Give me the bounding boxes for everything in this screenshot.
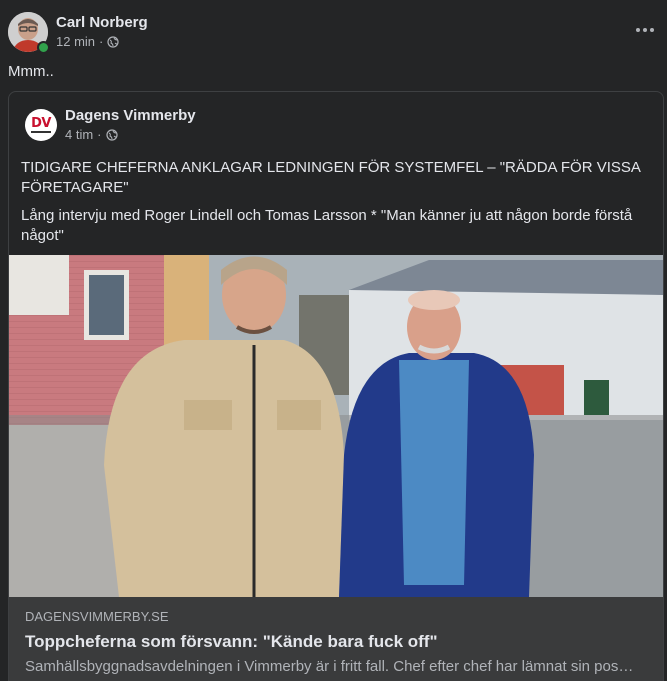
page-name[interactable]: Dagens Vimmerby bbox=[65, 106, 196, 126]
shared-post-header: DV Dagens Vimmerby 4 tim · bbox=[25, 106, 196, 144]
two-men-street-photo bbox=[9, 255, 663, 597]
post-header: Carl Norberg 12 min · bbox=[8, 12, 148, 54]
shared-post-body: Lång intervju med Roger Lindell och Toma… bbox=[21, 207, 633, 244]
shared-post-headline: TIDIGARE CHEFERNA ANKLAGAR LEDNINGEN FÖR… bbox=[21, 159, 641, 196]
post-meta: 12 min · bbox=[56, 33, 148, 51]
link-title[interactable]: Toppcheferna som försvann: "Kände bara f… bbox=[25, 631, 649, 653]
link-description: Samhällsbyggnadsavdelningen i Vimmerby ä… bbox=[25, 658, 634, 675]
meta-separator: · bbox=[99, 34, 104, 49]
link-preview[interactable]: DAGENSVIMMERBY.SE Toppcheferna som försv… bbox=[9, 597, 663, 681]
shared-post-time[interactable]: 4 tim bbox=[65, 126, 93, 144]
page-logo-text: DV bbox=[31, 116, 51, 131]
link-domain: DAGENSVIMMERBY.SE bbox=[25, 609, 169, 624]
shared-post-meta: 4 tim · bbox=[65, 126, 196, 144]
page-logo-underline bbox=[31, 131, 51, 133]
post-text: Mmm.. bbox=[8, 63, 54, 80]
author-name[interactable]: Carl Norberg bbox=[56, 13, 148, 33]
online-status-dot bbox=[37, 41, 50, 54]
globe-icon[interactable] bbox=[107, 36, 119, 48]
more-options-icon[interactable] bbox=[635, 20, 655, 40]
page-logo[interactable]: DV bbox=[25, 109, 57, 141]
globe-icon[interactable] bbox=[105, 129, 118, 141]
meta-separator: · bbox=[97, 127, 102, 142]
post-time[interactable]: 12 min bbox=[56, 33, 95, 51]
article-photo[interactable] bbox=[9, 255, 663, 597]
shared-post-card[interactable]: DV Dagens Vimmerby 4 tim · TIDIGARE CHEF… bbox=[8, 91, 664, 681]
